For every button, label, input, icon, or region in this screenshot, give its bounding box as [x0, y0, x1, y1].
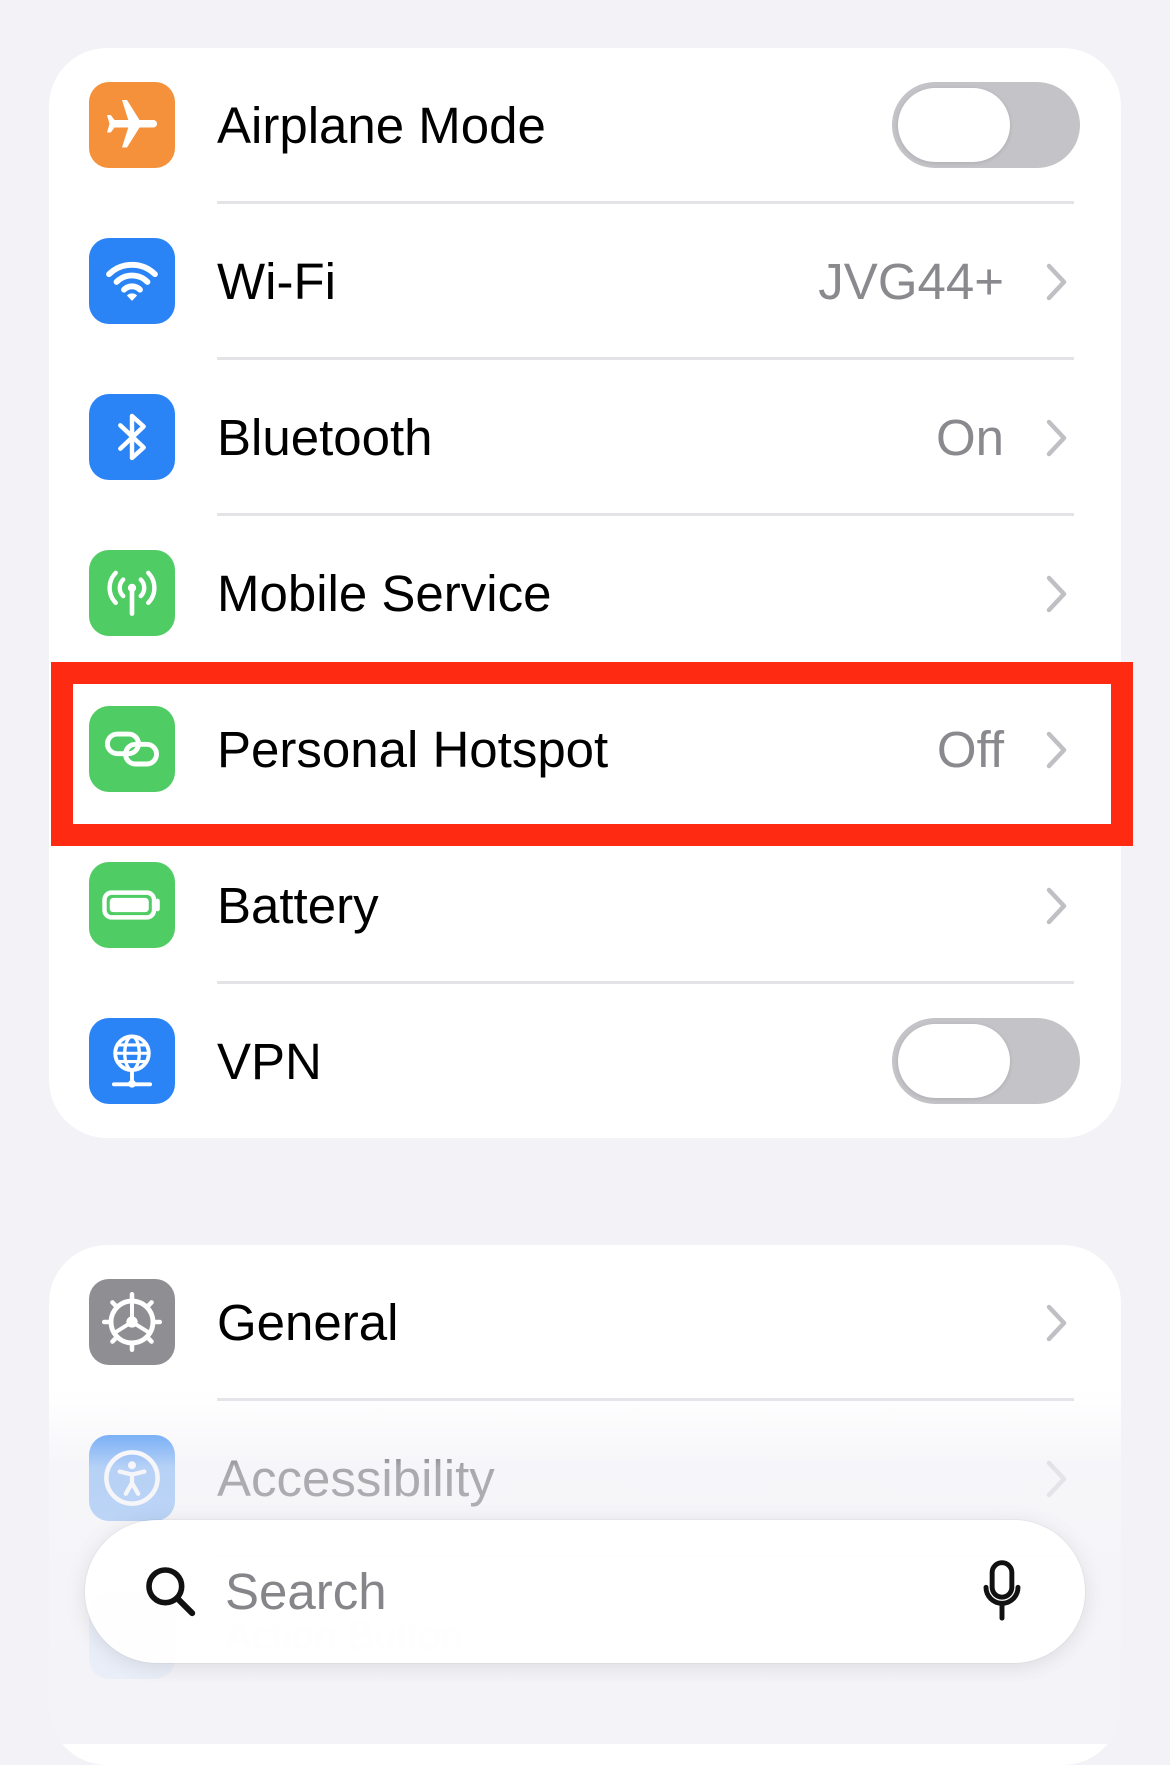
airplane-icon: [89, 82, 175, 168]
battery-label: Battery: [217, 877, 379, 934]
search-placeholder[interactable]: Search: [225, 1520, 387, 1663]
vpn-toggle[interactable]: [892, 1018, 1080, 1104]
antenna-icon: [89, 550, 175, 636]
wifi-row[interactable]: Wi-Fi JVG44+: [49, 204, 1121, 360]
toggle-knob: [898, 1024, 1010, 1098]
toggle-knob: [898, 88, 1010, 162]
microphone-icon[interactable]: [982, 1559, 1022, 1623]
wifi-label: Wi-Fi: [217, 253, 336, 310]
battery-row[interactable]: Battery: [49, 828, 1121, 984]
airplane-mode-toggle[interactable]: [892, 82, 1080, 168]
personal-hotspot-status-value: Off: [936, 721, 1004, 778]
vpn-row: VPN: [49, 984, 1121, 1138]
personal-hotspot-label: Personal Hotspot: [217, 721, 609, 778]
globe-network-icon: [89, 1018, 175, 1104]
general-label: General: [217, 1294, 399, 1351]
bluetooth-icon: [89, 394, 175, 480]
bluetooth-row[interactable]: Bluetooth On: [49, 360, 1121, 516]
general-settings-group: General Accessibility: [49, 1245, 1121, 1765]
chevron-right-icon: [1046, 263, 1067, 301]
chevron-right-icon: [1046, 1460, 1067, 1498]
accessibility-icon: [89, 1435, 175, 1521]
chevron-right-icon: [1046, 887, 1067, 925]
airplane-mode-label: Airplane Mode: [217, 97, 546, 154]
bluetooth-label: Bluetooth: [217, 409, 433, 466]
personal-hotspot-row[interactable]: Personal Hotspot Off: [49, 672, 1121, 828]
search-bar[interactable]: Search: [85, 1520, 1085, 1663]
gear-icon: [89, 1279, 175, 1365]
vpn-label: VPN: [217, 1033, 322, 1090]
chevron-right-icon: [1046, 1304, 1067, 1342]
airplane-mode-row: Airplane Mode: [49, 48, 1121, 204]
search-icon: [146, 1567, 196, 1617]
link-icon: [89, 706, 175, 792]
connectivity-settings-group: Airplane Mode Wi-Fi JVG44+ Bluetooth On …: [49, 48, 1121, 1138]
mobile-service-label: Mobile Service: [217, 565, 552, 622]
bluetooth-status-value: On: [935, 409, 1004, 466]
wifi-network-value: JVG44+: [818, 253, 1004, 310]
chevron-right-icon: [1046, 731, 1067, 769]
chevron-right-icon: [1046, 575, 1067, 613]
chevron-right-icon: [1046, 419, 1067, 457]
general-row[interactable]: General: [49, 1245, 1121, 1401]
mobile-service-row[interactable]: Mobile Service: [49, 516, 1121, 672]
wifi-icon: [89, 238, 175, 324]
battery-icon: [89, 862, 175, 948]
